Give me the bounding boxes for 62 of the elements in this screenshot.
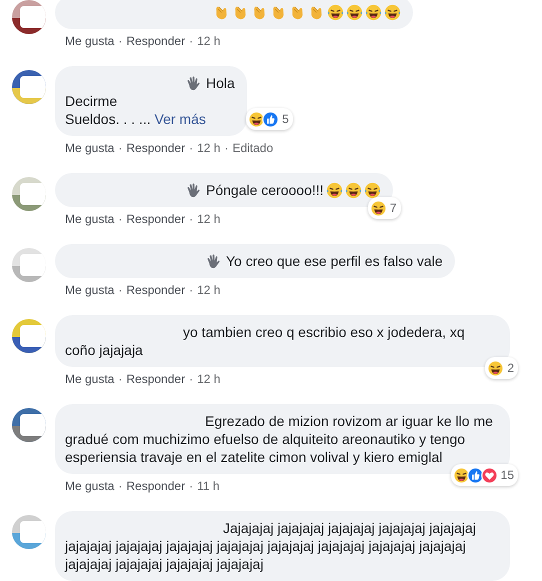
comment-text: Yo creo que ese perfil es falso vale [226, 252, 443, 270]
waving-hand-icon [185, 74, 202, 92]
see-more-link[interactable]: Ver más [154, 111, 206, 127]
laughing-face-icon [344, 182, 362, 198]
separator-dot: · [189, 33, 194, 49]
separator-dot: · [118, 282, 122, 298]
separator-dot: · [189, 282, 194, 298]
comment-text: Jajajajaj jajajajaj jajajajaj jajajajaj jajajajaj jajajajaj jajajajaj jajajajaj jajajajaj jajajajaj jajajajaj jajajajaj jajajajaj jajajajaj jajajajaj jajajajaj jajajajaj [65, 519, 477, 573]
comment-text: Hola [206, 74, 235, 92]
like-link[interactable]: Me gusta [65, 140, 114, 156]
like-link[interactable]: Me gusta [65, 371, 114, 387]
like-link[interactable]: Me gusta [65, 33, 114, 49]
avatar[interactable] [12, 408, 46, 442]
laughing-face-icon [326, 182, 343, 198]
reaction-badge[interactable]: 15 [450, 464, 518, 486]
timestamp-link[interactable]: 12 h [197, 371, 220, 387]
separator-dot: · [189, 478, 194, 494]
separator-dot: · [118, 140, 122, 156]
timestamp-link[interactable]: 11 h [197, 478, 220, 494]
reaction-badge[interactable]: 7 [368, 197, 401, 219]
comment-text: Póngale ceroooo!!! [206, 181, 324, 199]
laughing-face-icon [327, 4, 344, 21]
avatar[interactable] [12, 0, 46, 34]
avatar[interactable] [12, 70, 46, 104]
separator-dot: · [189, 211, 194, 227]
reply-link[interactable]: Responder [126, 211, 186, 227]
reply-link[interactable]: Responder [126, 478, 186, 494]
laughing-face-icon [365, 4, 382, 21]
laughing-face-icon [346, 4, 363, 21]
waving-hand-icon [205, 252, 222, 270]
timestamp-link[interactable]: 12 h [197, 140, 220, 156]
timestamp-link[interactable]: 12 h [197, 282, 220, 298]
separator-dot: · [118, 478, 122, 494]
reaction-badge[interactable]: 2 [485, 357, 518, 379]
avatar[interactable] [12, 319, 46, 353]
laughing-face-icon [364, 182, 381, 198]
edited-label: Editado [232, 140, 274, 156]
timestamp-link[interactable]: 12 h [197, 33, 220, 49]
reply-link[interactable]: Responder [126, 140, 186, 156]
like-link[interactable]: Me gusta [65, 478, 114, 494]
reaction-count: 15 [500, 467, 514, 484]
waving-hand-icon [185, 182, 202, 198]
reaction-count: 7 [390, 200, 397, 217]
comment-text: Egrezado de mizion rovizom ar iguar ke llo me gradué com muchizimo efuelso de alquiteito areonautiko y tengo esperiensia travaje en el zatelite cimon volival y kiero emiglal [65, 412, 494, 466]
like-link[interactable]: Me gusta [65, 282, 114, 298]
separator-dot: · [118, 211, 122, 227]
reaction-badge[interactable]: 5 [246, 108, 293, 130]
reply-link[interactable]: Responder [126, 282, 186, 298]
separator-dot: · [118, 33, 122, 49]
timestamp-link[interactable]: 12 h [197, 211, 220, 227]
separator-dot: · [118, 371, 122, 387]
laughing-face-icon [384, 4, 401, 21]
separator-dot: · [224, 140, 228, 156]
separator-dot: · [189, 140, 194, 156]
comment-text: yo tambien creo q escribio eso x jodedera, xq coño jajajaja [65, 323, 466, 359]
reply-link[interactable]: Responder [126, 33, 186, 49]
reaction-count: 5 [282, 111, 289, 128]
separator-dot: · [189, 371, 194, 387]
reaction-count: 2 [507, 360, 514, 377]
comment-text: Decirme Sueldos. . . ... Ver más [65, 92, 207, 128]
reply-link[interactable]: Responder [126, 371, 186, 387]
like-link[interactable]: Me gusta [65, 211, 114, 227]
